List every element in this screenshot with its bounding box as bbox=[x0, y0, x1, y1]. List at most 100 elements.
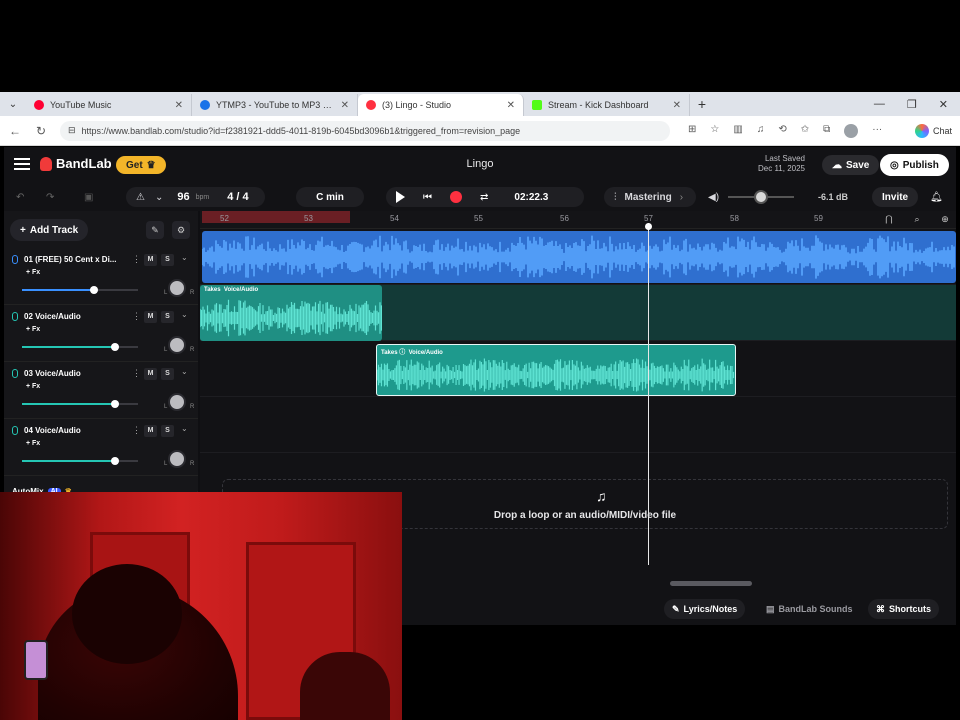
track-lane[interactable] bbox=[200, 397, 956, 453]
go-to-start-icon[interactable]: ⏮ bbox=[423, 192, 432, 203]
takes-region[interactable]: Takes Voice/Audio bbox=[200, 285, 382, 341]
lyrics-notes-button[interactable]: ✎ Lyrics/Notes bbox=[664, 599, 746, 619]
solo-button[interactable]: S bbox=[161, 311, 174, 323]
settings-sliders-icon[interactable]: ⚙ bbox=[172, 221, 190, 239]
add-track-button[interactable]: + Add Track bbox=[10, 219, 89, 241]
mute-button[interactable]: M bbox=[144, 254, 157, 266]
metronome-chevron-icon[interactable]: ⌄ bbox=[155, 192, 163, 203]
favorite-star-icon[interactable]: ☆ bbox=[710, 124, 719, 138]
profile-avatar[interactable] bbox=[844, 123, 859, 138]
track-volume-slider[interactable] bbox=[22, 286, 138, 294]
bell-icon[interactable]: 🔔︎ 2 bbox=[930, 187, 956, 207]
track-volume-slider[interactable] bbox=[22, 400, 138, 408]
solo-button[interactable]: S bbox=[161, 254, 174, 266]
split-screen-icon[interactable]: ▥ bbox=[733, 124, 742, 138]
track-expand-chevron-icon[interactable]: ⌄ bbox=[181, 424, 188, 433]
record-icon[interactable] bbox=[450, 191, 462, 203]
track-header[interactable]: 04 Voice/Audio + Fx ⋮ M S ⌄ L R bbox=[4, 420, 198, 476]
horizontal-scrollbar[interactable] bbox=[670, 581, 752, 586]
close-tab-icon[interactable]: ✕ bbox=[341, 100, 349, 111]
solo-button[interactable]: S bbox=[161, 425, 174, 437]
close-tab-icon[interactable]: ✕ bbox=[673, 100, 681, 111]
add-fx-button[interactable]: + Fx bbox=[26, 326, 40, 333]
track-name[interactable]: 03 Voice/Audio bbox=[24, 369, 124, 378]
zoom-in-icon[interactable]: ⊕ bbox=[938, 214, 952, 226]
mastering-button[interactable]: ⫶ Mastering › bbox=[604, 187, 696, 207]
invite-button[interactable]: Invite bbox=[872, 187, 919, 207]
track-name[interactable]: 04 Voice/Audio bbox=[24, 426, 124, 435]
extensions-icon[interactable]: ⟲ bbox=[778, 124, 786, 138]
pan-knob[interactable] bbox=[168, 450, 186, 468]
track-header[interactable]: 02 Voice/Audio + Fx ⋮ M S ⌄ L R bbox=[4, 306, 198, 362]
pan-knob[interactable] bbox=[168, 279, 186, 297]
track-name[interactable]: 01 (FREE) 50 Cent x Di... bbox=[24, 255, 124, 264]
shortcuts-button[interactable]: ⌘ Shortcuts bbox=[868, 599, 940, 619]
track-menu-icon[interactable]: ⋮ bbox=[132, 254, 141, 265]
tempo-control[interactable]: ⚠ ⌄ 96 bpm 4 / 4 bbox=[126, 187, 265, 207]
browser-tab[interactable]: YTMP3 - YouTube to MP3 Convert ✕ bbox=[192, 94, 358, 116]
mic-icon[interactable] bbox=[12, 255, 18, 264]
tab-actions-chevron-icon[interactable]: ⌄ bbox=[0, 92, 26, 116]
copilot-button[interactable]: Chat bbox=[914, 123, 952, 138]
zoom-out-icon[interactable]: ⌕ bbox=[910, 214, 924, 226]
volume-thumb[interactable] bbox=[111, 400, 119, 408]
browser-tab[interactable]: YouTube Music ✕ bbox=[26, 94, 192, 116]
track-lane[interactable]: Takes ⓘ Voice/Audio bbox=[200, 341, 956, 397]
playhead[interactable] bbox=[645, 223, 652, 565]
redo-icon[interactable]: ↷ bbox=[46, 187, 54, 207]
speaker-icon[interactable]: ◀) bbox=[708, 187, 719, 207]
save-version-icon[interactable]: ▣ bbox=[84, 187, 93, 207]
refresh-icon[interactable]: ↻ bbox=[34, 124, 48, 138]
add-fx-button[interactable]: + Fx bbox=[26, 440, 40, 447]
track-volume-slider[interactable] bbox=[22, 343, 138, 351]
track-expand-chevron-icon[interactable]: ⌄ bbox=[181, 253, 188, 262]
track-name[interactable]: 02 Voice/Audio bbox=[24, 312, 124, 321]
close-tab-icon[interactable]: ✕ bbox=[507, 100, 515, 111]
solo-button[interactable]: S bbox=[161, 368, 174, 380]
mic-icon[interactable] bbox=[12, 312, 18, 321]
loop-icon[interactable]: ⇄ bbox=[480, 192, 488, 203]
site-info-icon[interactable]: ⊟ bbox=[68, 125, 76, 136]
mute-button[interactable]: M bbox=[144, 368, 157, 380]
new-tab-button[interactable]: + bbox=[690, 96, 714, 112]
mic-icon[interactable] bbox=[12, 369, 18, 378]
metronome-icon[interactable]: ⚠ bbox=[136, 192, 145, 203]
volume-thumb[interactable] bbox=[111, 457, 119, 465]
publish-button[interactable]: ◎ Publish bbox=[880, 154, 949, 176]
beat-region[interactable] bbox=[202, 231, 956, 283]
mic-icon[interactable] bbox=[12, 426, 18, 435]
url-field[interactable]: ⊟ https://www.bandlab.com/studio?id=f238… bbox=[60, 120, 670, 141]
pan-knob[interactable] bbox=[168, 393, 186, 411]
track-expand-chevron-icon[interactable]: ⌄ bbox=[181, 367, 188, 376]
notifications-icon[interactable]: ♫ bbox=[757, 124, 765, 138]
restore-icon[interactable]: ❐ bbox=[907, 98, 917, 111]
favorites-icon[interactable]: ✩ bbox=[801, 124, 809, 138]
save-button[interactable]: ☁ Save bbox=[822, 155, 880, 175]
mute-button[interactable]: M bbox=[144, 425, 157, 437]
volume-knob[interactable] bbox=[754, 190, 768, 204]
bandlab-sounds-button[interactable]: ▤ BandLab Sounds bbox=[758, 599, 861, 619]
master-volume-slider[interactable] bbox=[728, 187, 808, 207]
mute-button[interactable]: M bbox=[144, 311, 157, 323]
volume-thumb[interactable] bbox=[90, 286, 98, 294]
project-title[interactable]: Lingo bbox=[4, 158, 956, 170]
track-volume-slider[interactable] bbox=[22, 457, 138, 465]
track-header[interactable]: 03 Voice/Audio + Fx ⋮ M S ⌄ L R bbox=[4, 363, 198, 419]
track-lane[interactable] bbox=[200, 229, 956, 285]
track-header[interactable]: 01 (FREE) 50 Cent x Di... + Fx ⋮ M S ⌄ L R bbox=[4, 249, 198, 305]
collections-icon[interactable]: ⧉ bbox=[823, 124, 830, 138]
track-expand-chevron-icon[interactable]: ⌄ bbox=[181, 310, 188, 319]
key-selector[interactable]: C min bbox=[296, 187, 364, 207]
browser-tab[interactable]: Stream - Kick Dashboard ✕ bbox=[524, 94, 690, 116]
apps-icon[interactable]: ⊞ bbox=[688, 124, 696, 138]
close-window-icon[interactable]: ✕ bbox=[939, 98, 948, 111]
track-menu-icon[interactable]: ⋮ bbox=[132, 311, 141, 322]
tool-icon[interactable]: ✎ bbox=[146, 221, 164, 239]
add-fx-button[interactable]: + Fx bbox=[26, 269, 40, 276]
takes-region[interactable]: Takes ⓘ Voice/Audio bbox=[376, 344, 736, 396]
timeline-ruler[interactable]: 52 53 54 55 56 57 58 59 ⋂ ⌕ ⊕ bbox=[200, 211, 956, 229]
play-icon[interactable] bbox=[396, 191, 405, 203]
volume-thumb[interactable] bbox=[111, 343, 119, 351]
back-arrow-icon[interactable]: ← bbox=[8, 124, 22, 138]
more-icon[interactable]: ··· bbox=[872, 124, 882, 138]
